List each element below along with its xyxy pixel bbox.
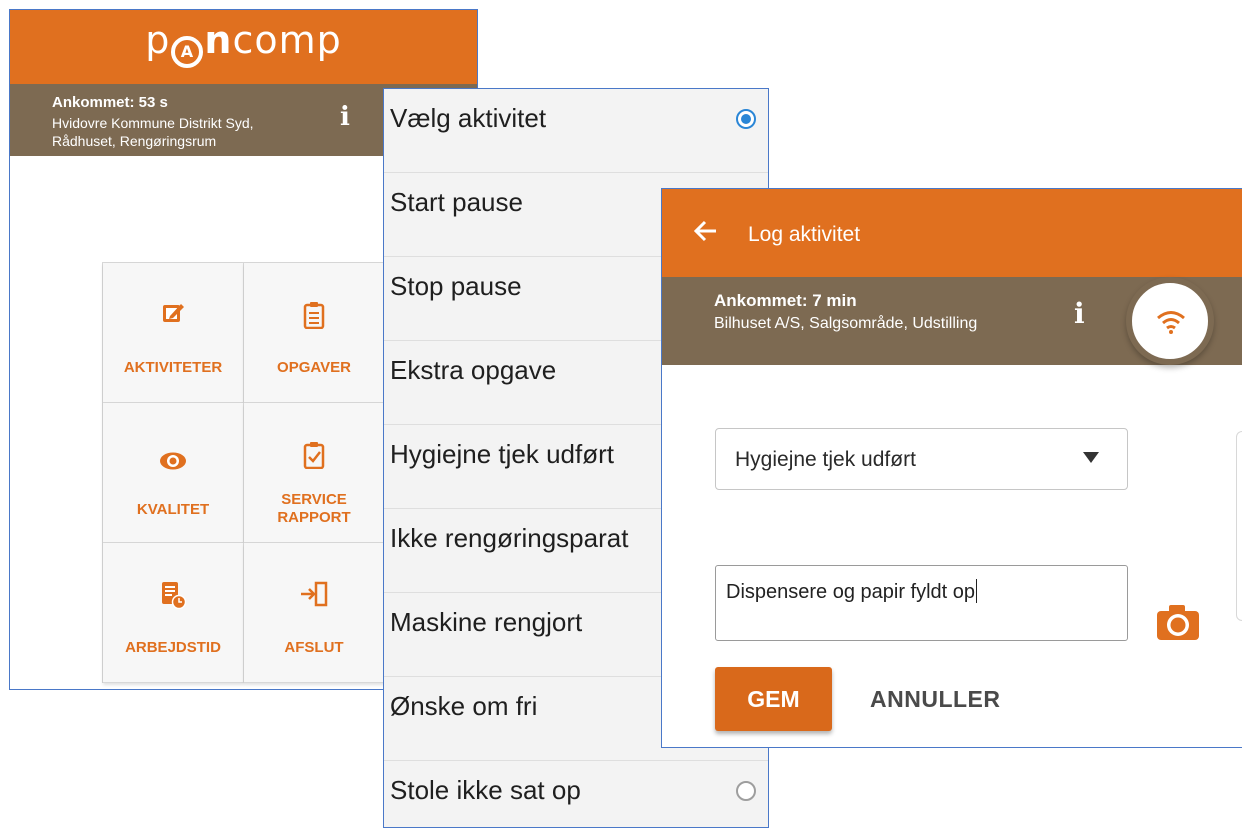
activity-select[interactable]: Hygiejne tjek udført xyxy=(715,428,1128,490)
radio-unselected[interactable] xyxy=(736,781,756,801)
exit-icon xyxy=(244,581,384,612)
info-icon[interactable]: i xyxy=(340,102,350,132)
location-text: Bilhuset A/S, Salgsområde, Udstilling xyxy=(714,315,978,332)
menu-grid: AKTIVITETER OPGAVER KVALITET SERVICE RAP… xyxy=(102,262,392,683)
tile-afslut[interactable]: AFSLUT xyxy=(244,543,385,683)
activity-option[interactable]: Vælg aktivitet xyxy=(384,89,768,173)
tile-arbejdstid[interactable]: ARBEJDSTID xyxy=(103,543,244,683)
camera-icon[interactable] xyxy=(1155,602,1201,642)
pancomp-logo: p Ancomp xyxy=(10,18,477,68)
wifi-icon xyxy=(1157,311,1185,334)
app-bar: Log aktivitet xyxy=(662,189,1242,277)
tile-aktiviteter[interactable]: AKTIVITETER xyxy=(103,263,244,403)
back-arrow-icon[interactable] xyxy=(688,213,724,249)
tile-service-rapport[interactable]: SERVICE RAPPORT xyxy=(244,403,385,543)
cancel-button[interactable]: ANNULLER xyxy=(870,667,1001,731)
arrival-time: Ankommet: 53 s xyxy=(52,94,168,111)
clipboard-check-icon xyxy=(244,441,384,474)
radio-selected[interactable] xyxy=(736,109,756,129)
timesheet-icon xyxy=(103,581,243,614)
save-button[interactable]: GEM xyxy=(715,667,832,731)
tile-opgaver[interactable]: OPGAVER xyxy=(244,263,385,403)
side-panel xyxy=(1236,431,1242,621)
arrival-time: Ankommet: 7 min xyxy=(714,291,857,310)
connection-button[interactable] xyxy=(1126,277,1214,365)
screen-title: Log aktivitet xyxy=(748,223,861,246)
info-icon[interactable]: i xyxy=(1074,297,1085,330)
tile-kvalitet[interactable]: KVALITET xyxy=(103,403,244,543)
edit-icon xyxy=(103,301,243,330)
clipboard-icon xyxy=(244,301,384,334)
comment-field[interactable]: Dispensere og papir fyldt op xyxy=(715,565,1128,641)
location-text: Hvidovre Kommune Distrikt Syd, Rådhuset,… xyxy=(52,115,254,149)
dropdown-arrow-icon xyxy=(1083,452,1099,463)
log-activity-screen: Log aktivitet Ankommet: 7 min Bilhuset A… xyxy=(661,188,1242,748)
app-header: p Ancomp xyxy=(10,10,477,84)
eye-icon xyxy=(103,451,243,476)
text-cursor xyxy=(976,579,978,603)
